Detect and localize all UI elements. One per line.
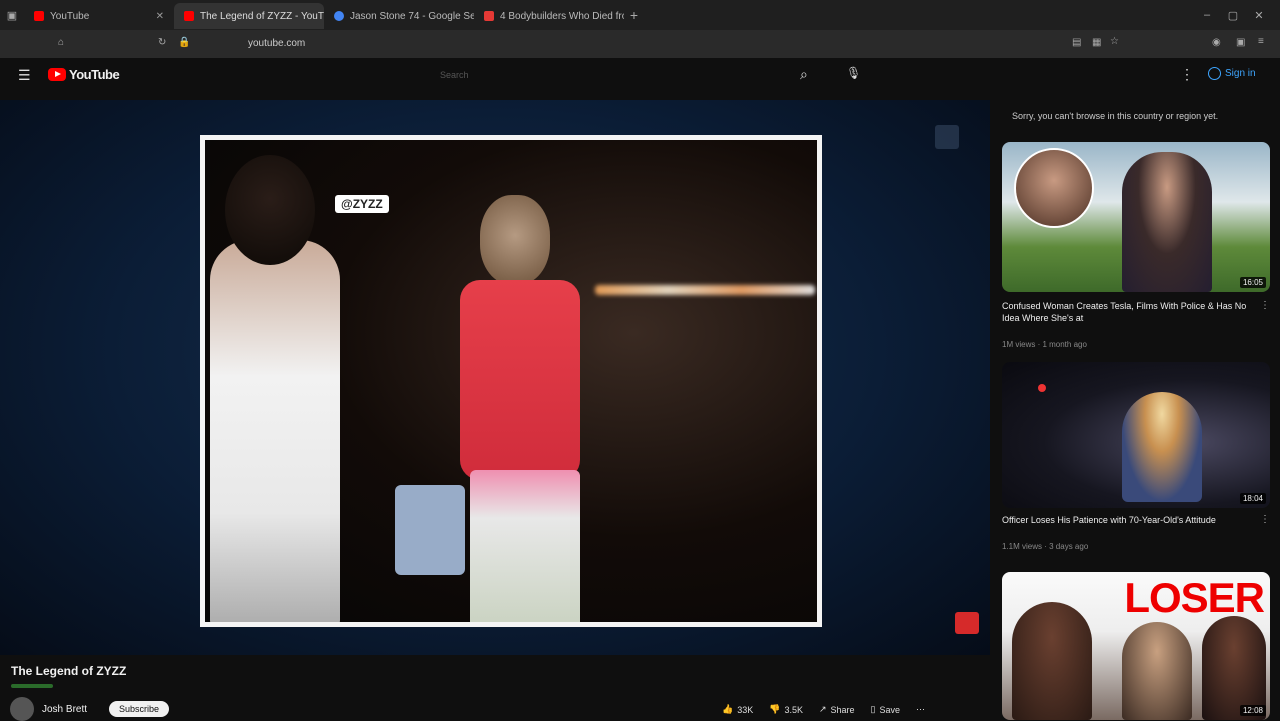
video-thumbnail[interactable]: LOSER 12:08	[1002, 572, 1270, 720]
shield-icon[interactable]: ◉	[1212, 37, 1221, 48]
save-button[interactable]: ▯ Save	[871, 704, 900, 715]
video-thumbnail[interactable]: 18:04	[1002, 362, 1270, 508]
browser-menu-icon[interactable]: ≡	[1258, 36, 1264, 47]
url-field[interactable]: youtube.com	[248, 38, 305, 49]
channel-name[interactable]: Josh Brett	[42, 704, 87, 715]
thumbnail-figure	[1122, 392, 1202, 502]
like-button[interactable]: 👍 33K	[722, 704, 753, 715]
video-title[interactable]: Officer Loses His Patience with 70-Year-…	[1002, 514, 1252, 526]
title-underline	[11, 684, 53, 688]
video-title: The Legend of ZYZZ	[11, 664, 127, 678]
video-figure-left-head	[225, 155, 315, 265]
video-frame: @ZYZZ	[200, 135, 822, 627]
like-count: 33K	[737, 704, 754, 715]
new-tab-button[interactable]: +	[624, 7, 644, 23]
tab-overview-icon[interactable]: ▣	[0, 9, 24, 22]
more-actions-button[interactable]: ⋯	[916, 704, 925, 715]
more-options-icon[interactable]: ⋮	[1260, 300, 1270, 311]
settings-more-icon[interactable]: ⋮	[1180, 66, 1194, 83]
tab-label: Jason Stone 74 - Google Search	[350, 10, 474, 22]
thumbnail-figure	[1122, 152, 1212, 292]
channel-row: Josh Brett Subscribe	[10, 697, 170, 721]
reader-icon[interactable]: ▦	[1092, 37, 1101, 48]
video-meta: 1.1M views · 3 days ago	[1002, 542, 1089, 551]
sign-in-label: Sign in	[1225, 68, 1256, 79]
thumbnail-face-inset	[1014, 148, 1094, 228]
google-favicon-icon	[334, 11, 344, 21]
browser-tab-bar: ▣ YouTube ✕ The Legend of ZYZZ - YouTube…	[0, 0, 1280, 30]
lock-icon: 🔒	[178, 37, 191, 48]
video-figure-center-head	[480, 195, 550, 285]
sign-in-button[interactable]: Sign in	[1208, 67, 1256, 80]
thumbnail-text: LOSER	[1124, 574, 1265, 621]
video-meta: 1M views · 1 month ago	[1002, 340, 1087, 349]
youtube-play-icon	[48, 68, 66, 81]
subscribe-button[interactable]: Subscribe	[109, 701, 170, 717]
thumbs-up-icon: 👍	[722, 704, 734, 714]
tab-google-search[interactable]: Jason Stone 74 - Google Search	[324, 3, 474, 29]
bookmark-icon: ▯	[870, 704, 876, 714]
address-bar: ⌂ ↻ 🔒 youtube.com ▤ ▦ ☆ ◉ ▣ ≡	[0, 30, 1280, 58]
youtube-header: ☰ YouTube Search ⌕ 🎙 ⋮ Sign in	[0, 58, 1280, 94]
home-icon[interactable]: ⌂	[58, 37, 64, 48]
share-button[interactable]: ↗ Share	[819, 704, 855, 715]
video-duration: 16:05	[1239, 277, 1266, 288]
video-actions: 👍 33K 👎 3.5K ↗ Share ▯ Save ⋯	[722, 704, 925, 715]
dislike-count: 3.5K	[784, 704, 803, 715]
thumbnail-red-light	[1038, 384, 1046, 392]
maximize-button[interactable]: ▢	[1220, 9, 1246, 22]
city-lights	[595, 285, 815, 295]
video-caption-sticker: @ZYZZ	[335, 195, 389, 213]
youtube-logo[interactable]: YouTube	[48, 67, 120, 82]
dislike-button[interactable]: 👎 3.5K	[769, 704, 803, 715]
close-window-button[interactable]: ✕	[1246, 9, 1272, 22]
wallet-icon[interactable]: ▣	[1236, 37, 1245, 48]
tab-label: The Legend of ZYZZ - YouTube	[200, 10, 324, 22]
youtube-favicon-icon	[184, 11, 194, 21]
bookmark-star-icon[interactable]: ☆	[1110, 36, 1119, 47]
channel-watermark-icon[interactable]	[955, 612, 979, 634]
share-icon: ↗	[818, 704, 827, 714]
video-duration: 12:08	[1239, 705, 1266, 716]
video-figure-shorts	[395, 485, 465, 575]
video-thumbnail[interactable]: 16:05	[1002, 142, 1270, 292]
video-player[interactable]: @ZYZZ	[0, 100, 990, 655]
tab-label: 4 Bodybuilders Who Died from an O...	[500, 10, 624, 22]
tab-legend-of-zyzz[interactable]: The Legend of ZYZZ - YouTube	[174, 3, 324, 29]
tab-bodybuilders[interactable]: 4 Bodybuilders Who Died from an O...	[474, 3, 624, 29]
channel-avatar[interactable]	[10, 697, 34, 721]
search-input[interactable]: Search	[440, 70, 469, 80]
share-label: Share	[830, 704, 855, 715]
video-figure-left	[210, 240, 340, 622]
video-figure-center	[460, 280, 580, 480]
brand-name: YouTube	[69, 67, 120, 82]
thumbs-down-icon: 👎	[769, 704, 781, 714]
hamburger-menu-icon[interactable]: ☰	[18, 67, 31, 84]
thumbnail-person-left	[1012, 602, 1092, 720]
minimize-button[interactable]: –	[1194, 9, 1220, 22]
youtube-favicon-icon	[34, 11, 44, 21]
more-options-icon[interactable]: ⋮	[1260, 514, 1270, 525]
thumbnail-person-center	[1122, 622, 1192, 720]
close-tab-icon[interactable]: ✕	[156, 11, 164, 22]
tab-label: YouTube	[50, 10, 90, 22]
recommendations-sidebar: Sorry, you can't browse in this country …	[1000, 100, 1272, 720]
site-favicon-icon	[484, 11, 494, 21]
video-duration: 18:04	[1239, 493, 1266, 504]
search-icon[interactable]: ⌕	[800, 66, 808, 83]
player-overlay-icon[interactable]	[935, 125, 959, 149]
save-label: Save	[879, 704, 901, 715]
tab-youtube[interactable]: YouTube ✕	[24, 3, 174, 29]
video-figure-center-legs	[470, 470, 580, 622]
region-notice: Sorry, you can't browse in this country …	[1012, 111, 1219, 121]
microphone-icon[interactable]: 🎙	[846, 66, 861, 80]
reload-icon[interactable]: ↻	[158, 37, 166, 48]
video-title[interactable]: Confused Woman Creates Tesla, Films With…	[1002, 300, 1252, 324]
account-icon	[1208, 67, 1221, 80]
extensions-icon[interactable]: ▤	[1072, 37, 1081, 48]
